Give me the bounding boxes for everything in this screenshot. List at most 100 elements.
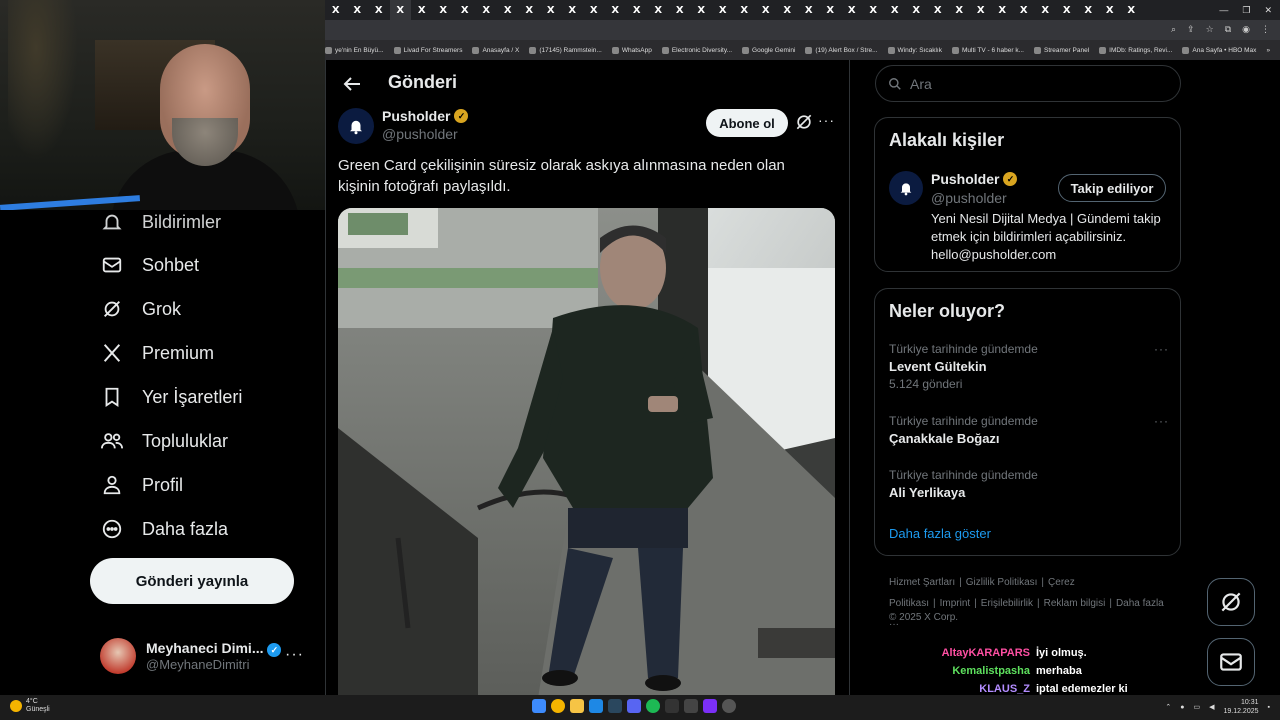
trend-item[interactable]: Türkiye tarihinde gündemde Ali Yerlikaya	[889, 468, 1169, 500]
browser-tab[interactable]: X	[1056, 0, 1078, 20]
browser-tab[interactable]: X	[949, 0, 971, 20]
bookmark-item[interactable]: Ana Sayfa • HBO Max	[1182, 46, 1256, 54]
back-arrow-icon[interactable]	[340, 72, 364, 96]
browser-tab[interactable]: X	[798, 0, 820, 20]
author-name-text[interactable]: Pusholder	[382, 108, 450, 124]
browser-tab[interactable]: X	[712, 0, 734, 20]
browser-tab[interactable]: X	[368, 0, 390, 20]
share-icon[interactable]: ⇪	[1187, 25, 1195, 35]
nav-item-communities[interactable]: Topluluklar	[100, 429, 228, 453]
spotify-icon[interactable]	[646, 699, 660, 713]
nav-item-notifications[interactable]: Bildirimler	[100, 210, 221, 234]
bookmark-item[interactable]: ye'nin En Büyü...	[325, 46, 384, 54]
footer-link[interactable]: Gizlilik Politikası	[966, 577, 1038, 588]
app-icon[interactable]	[665, 699, 679, 713]
related-avatar[interactable]	[889, 171, 923, 205]
browser-tab[interactable]: X	[1121, 0, 1143, 20]
browser-tab[interactable]: X	[626, 0, 648, 20]
network-icon[interactable]: ▭	[1193, 703, 1200, 711]
browser-tab[interactable]: X	[669, 0, 691, 20]
trend-item[interactable]: Türkiye tarihinde gündemde Levent Gültek…	[889, 342, 1169, 391]
author-name[interactable]: Pusholder ✓	[382, 108, 469, 124]
bookmark-item[interactable]: (19) Alert Box / Stre...	[805, 46, 878, 54]
browser-tab[interactable]: X	[734, 0, 756, 20]
messages-fab[interactable]	[1207, 638, 1255, 686]
nav-item-more[interactable]: Daha fazla	[100, 517, 228, 541]
browser-tab[interactable]: X	[476, 0, 498, 20]
footer-link[interactable]: Erişilebilirlik	[981, 598, 1033, 609]
bookmark-item[interactable]: Multi TV - 6 haber k...	[951, 46, 1024, 54]
app-icon[interactable]	[684, 699, 698, 713]
browser-tab[interactable]: X	[1035, 0, 1057, 20]
footer-link[interactable]: Reklam bilgisi	[1044, 598, 1106, 609]
trend-more-icon[interactable]: ···	[1154, 342, 1169, 356]
browser-tab[interactable]: X	[841, 0, 863, 20]
file-explorer-icon[interactable]	[570, 699, 584, 713]
notifications-icon[interactable]: ▪	[1268, 704, 1270, 711]
search-box[interactable]: Ara	[875, 65, 1181, 102]
browser-tab[interactable]: X	[777, 0, 799, 20]
browser-tab[interactable]: X	[605, 0, 627, 20]
browser-tab[interactable]: X	[820, 0, 842, 20]
close-window-button[interactable]: ✕	[1264, 5, 1272, 16]
bookmark-item[interactable]: Google Gemini	[742, 46, 795, 54]
weather-widget[interactable]: 4°C Güneşli	[10, 698, 50, 714]
browser-tab[interactable]: X	[347, 0, 369, 20]
browser-tab[interactable]: X	[927, 0, 949, 20]
account-switcher[interactable]: Meyhaneci Dimi... ✓ @MeyhaneDimitri ···	[100, 638, 310, 674]
nav-item-bookmarks[interactable]: Yer İşaretleri	[100, 385, 242, 409]
post-photo[interactable]	[338, 208, 835, 698]
browser-tab[interactable]: X	[411, 0, 433, 20]
trend-topic[interactable]: Çanakkale Boğazı	[889, 431, 1169, 446]
bookmark-item[interactable]: »	[1266, 47, 1270, 54]
chrome-icon[interactable]	[551, 699, 565, 713]
browser-tab[interactable]: X	[691, 0, 713, 20]
bookmark-item[interactable]: IMDb: Ratings, Revi...	[1099, 46, 1172, 54]
trend-item[interactable]: Türkiye tarihinde gündemde Çanakkale Boğ…	[889, 414, 1169, 446]
following-button[interactable]: Takip ediliyor	[1058, 174, 1166, 202]
minimize-button[interactable]: —	[1219, 5, 1228, 16]
browser-tab[interactable]: X	[433, 0, 455, 20]
bookmark-item[interactable]: WhatsApp	[611, 46, 652, 54]
nav-item-grok[interactable]: Grok	[100, 297, 181, 321]
browser-tab[interactable]: X	[540, 0, 562, 20]
clock[interactable]: 10:31 19.12.2025	[1223, 698, 1258, 716]
discord-icon[interactable]	[627, 699, 641, 713]
subscribe-button[interactable]: Abone ol	[706, 109, 788, 137]
post-more-icon[interactable]: ···	[818, 112, 835, 128]
browser-tab[interactable]: X	[454, 0, 476, 20]
browser-tab[interactable]: X	[325, 0, 347, 20]
browser-tab[interactable]: X	[992, 0, 1014, 20]
browser-tab[interactable]: X	[1099, 0, 1121, 20]
browser-tab[interactable]: X	[755, 0, 777, 20]
browser-tab[interactable]: X	[1078, 0, 1100, 20]
bookmark-item[interactable]: Windy: Sıcaklık	[887, 46, 942, 54]
steam-icon[interactable]	[608, 699, 622, 713]
bookmark-item[interactable]: Streamer Panel	[1033, 46, 1089, 54]
trend-more-icon[interactable]: ···	[1154, 414, 1169, 428]
account-more-icon[interactable]: ···	[285, 646, 304, 664]
author-avatar[interactable]	[338, 108, 374, 144]
show-more-link[interactable]: Daha fazla göster	[889, 526, 991, 541]
extensions-icon[interactable]: ⧉	[1225, 25, 1231, 35]
post-button[interactable]: Gönderi yayınla	[90, 558, 294, 604]
browser-tab[interactable]: X	[884, 0, 906, 20]
star-icon[interactable]: ☆	[1206, 25, 1214, 35]
grok-icon[interactable]	[794, 112, 814, 132]
bookmark-item[interactable]: Electronic Diversity...	[661, 46, 732, 54]
browser-tab[interactable]: X	[970, 0, 992, 20]
browser-tab[interactable]: X	[1013, 0, 1035, 20]
app-icon[interactable]	[589, 699, 603, 713]
browser-tab[interactable]: X	[519, 0, 541, 20]
volume-icon[interactable]: ◀	[1209, 703, 1214, 711]
app-icon[interactable]	[703, 699, 717, 713]
maximize-button[interactable]: ❐	[1242, 5, 1250, 16]
search-placeholder[interactable]: Ara	[910, 76, 932, 92]
app-icon[interactable]	[722, 699, 736, 713]
trend-topic[interactable]: Ali Yerlikaya	[889, 485, 1169, 500]
related-name-text[interactable]: Pusholder	[931, 171, 999, 187]
browser-tab[interactable]: X	[583, 0, 605, 20]
zoom-icon[interactable]: ⌕	[1171, 25, 1176, 35]
trend-topic[interactable]: Levent Gültekin	[889, 359, 1169, 374]
bookmark-item[interactable]: Anasayfa / X	[472, 46, 519, 54]
